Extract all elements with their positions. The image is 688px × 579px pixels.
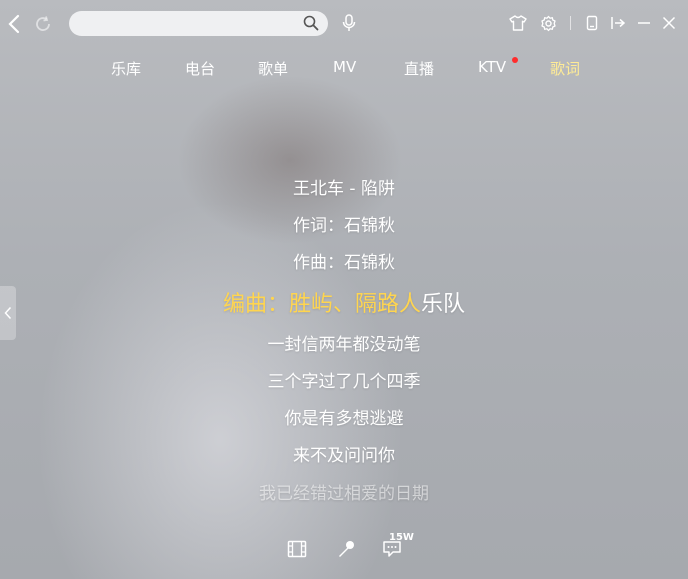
microphone-search-icon[interactable] bbox=[340, 12, 358, 34]
comment-count-badge: 15W bbox=[389, 532, 414, 543]
refresh-icon[interactable] bbox=[32, 12, 54, 36]
lyric-line[interactable]: 作词：石锦秋 bbox=[0, 211, 688, 236]
exit-icon[interactable] bbox=[608, 13, 628, 33]
mini-mode-icon[interactable] bbox=[582, 13, 602, 33]
settings-icon[interactable] bbox=[538, 13, 558, 33]
tab-lyrics[interactable]: 歌词 bbox=[550, 58, 580, 79]
tab-live[interactable]: 直播 bbox=[404, 58, 434, 79]
lyric-line[interactable]: 王北车 - 陷阱 bbox=[0, 174, 688, 199]
lyric-line[interactable]: 作曲：石锦秋 bbox=[0, 248, 688, 273]
current-lyric-unsung: 乐队 bbox=[421, 292, 466, 317]
lyric-line[interactable]: 一封信两年都没动笔 bbox=[0, 330, 688, 355]
tab-mv[interactable]: MV bbox=[333, 58, 356, 76]
skin-icon[interactable] bbox=[508, 13, 528, 33]
tab-music-library[interactable]: 乐库 bbox=[111, 58, 141, 79]
lyric-line[interactable]: 三个字过了几个四季 bbox=[0, 367, 688, 392]
tab-radio[interactable]: 电台 bbox=[185, 58, 215, 79]
notification-dot bbox=[512, 57, 518, 63]
search-input[interactable] bbox=[69, 11, 328, 36]
current-lyric-line[interactable]: 编曲：胜屿、隔路人乐队 bbox=[0, 286, 688, 318]
close-icon[interactable] bbox=[659, 13, 679, 33]
tab-playlists[interactable]: 歌单 bbox=[258, 58, 288, 79]
karaoke-mic-icon[interactable] bbox=[335, 538, 357, 560]
current-lyric-sung: 编曲：胜屿、隔路人 bbox=[222, 292, 421, 317]
back-icon[interactable] bbox=[4, 12, 24, 36]
minimize-icon[interactable] bbox=[634, 13, 654, 33]
lyric-line[interactable]: 来不及问问你 bbox=[0, 441, 688, 466]
toolbar-divider bbox=[570, 16, 571, 30]
lyric-line[interactable]: 你是有多想逃避 bbox=[0, 404, 688, 429]
video-icon[interactable] bbox=[286, 538, 308, 560]
tab-ktv[interactable]: KTV bbox=[478, 58, 506, 76]
search-icon[interactable] bbox=[302, 14, 320, 32]
title-bar bbox=[0, 0, 688, 46]
lyric-line[interactable]: 我已经错过相爱的日期 bbox=[0, 479, 688, 504]
main-nav: 乐库 电台 歌单 MV 直播 KTV 歌词 bbox=[0, 57, 688, 82]
